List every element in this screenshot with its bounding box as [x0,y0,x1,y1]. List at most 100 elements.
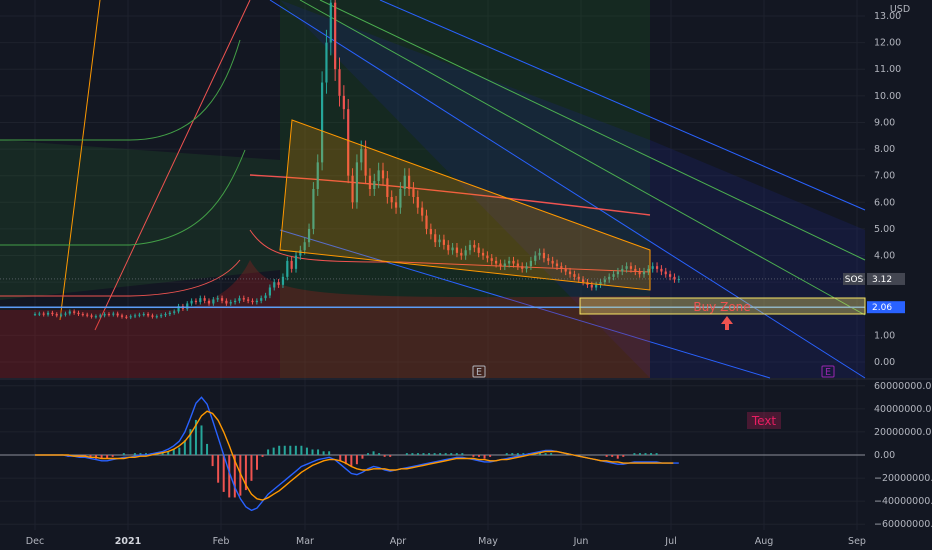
support-price-value: 2.06 [872,303,892,313]
macd-histogram-bar [483,455,486,459]
macd-histogram-bar [489,455,492,457]
macd-histogram-bar [278,445,281,455]
candle-body [247,299,250,301]
last-price-value: 3.12 [872,275,892,285]
candle-body [655,266,659,269]
candle-body [264,295,267,299]
macd-histogram-bar [411,453,414,455]
candle-body [42,313,45,315]
candle-body [216,298,219,300]
macd-histogram-bar [644,453,647,455]
macd-tick-label: 60000000.00 [874,381,932,392]
macd-histogram-bar [250,455,253,481]
macd-histogram-bar [439,453,442,455]
candle-body [238,298,241,301]
price-tick-label: 11.00 [874,64,901,75]
macd-histogram-bar [289,445,292,455]
candle-body [138,314,141,316]
candle-body [338,69,341,96]
candle-body [294,255,298,269]
candle-body [90,315,93,317]
macd-histogram-bar [511,453,514,455]
macd-histogram-bar [655,453,658,455]
macd-histogram-bar [172,449,175,455]
macd-histogram-bar [478,455,480,457]
candle-body [194,300,198,303]
chart-canvas[interactable]: Buy ZoneE E Text USD0.001.004.005.006.007… [0,0,932,550]
candle-body [151,315,154,317]
macd-histogram-bar [405,453,408,455]
candle-body [212,299,215,304]
candle-body [77,312,80,315]
candle-body [220,298,224,301]
price-tick-label: 13.00 [874,11,901,22]
candle-body [342,95,345,110]
macd-histogram-bar [122,453,125,455]
candle-body [125,316,128,318]
candle-body [46,312,50,315]
candle-body [664,271,667,275]
macd-histogram-bar [206,443,209,455]
candle-body [660,268,663,272]
price-tick-label: 5.00 [874,224,895,235]
time-tick-label: May [478,536,498,547]
macd-histogram-bar [378,453,381,455]
macd-histogram-bar [361,455,364,459]
candle-body [120,315,124,317]
macd-tick-label: 40000000.00 [874,404,932,415]
candle-body [277,282,280,285]
macd-histogram-bar [133,453,136,455]
candle-body [234,300,237,303]
time-tick-label: Apr [390,536,407,547]
macd-histogram-bar [611,455,614,457]
macd-histogram-bar [111,455,114,457]
candle-body [33,314,37,316]
macd-histogram-bar [605,455,608,457]
candle-body [190,300,193,304]
time-tick-label: Jun [573,536,589,547]
macd-histogram-bar [178,447,181,455]
candle-body [173,311,176,313]
macd-histogram-bar [305,447,308,455]
macd-histogram-bar [272,447,275,455]
candle-body [112,313,115,315]
time-tick-label: Jul [664,536,676,547]
macd-histogram-bar [311,449,314,455]
candle-body [142,314,145,316]
price-tick-label: 9.00 [874,117,895,128]
symbol-tag: SOS [845,275,864,285]
macd-histogram-bar [300,445,303,455]
macd-histogram-bar [222,455,225,492]
price-tick-label: 0.00 [874,357,895,368]
macd-histogram-bar [200,425,203,455]
macd-tick-label: 20000000.00 [874,427,932,438]
macd-tick-label: 0.00 [874,450,895,461]
price-tick-label: 6.00 [874,197,895,208]
text-note[interactable]: Text [747,412,781,429]
price-tick-label: 7.00 [874,171,895,182]
candle-body [155,316,158,318]
candle-body [669,274,672,277]
macd-histogram-bar [422,453,425,455]
macd-histogram-bar [355,455,358,465]
candle-body [334,2,337,70]
candle-body [107,314,111,316]
candle-body [160,315,163,317]
candle-body [203,298,206,301]
candle-body [207,300,211,304]
candle-body [273,282,276,288]
macd-histogram-bar [544,453,547,455]
macd-histogram-bar [516,453,519,455]
time-tick-label: Mar [296,536,314,547]
candle-body [68,311,71,314]
macd-histogram-bar [550,453,553,455]
earnings-marker-label: E [476,367,482,378]
macd-histogram-bar [267,449,270,455]
macd-histogram-bar [450,453,453,455]
candle-body [147,314,150,316]
candle-body [281,276,285,285]
candle-body [55,314,58,316]
price-tick-label: 12.00 [874,38,901,49]
macd-histogram-bar [622,455,625,457]
macd-histogram-bar [228,455,231,498]
